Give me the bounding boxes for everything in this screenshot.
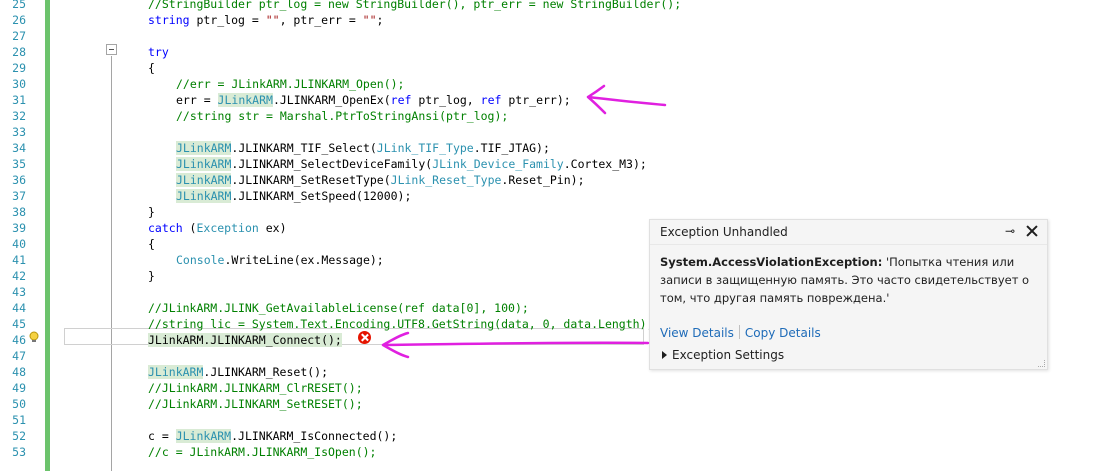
code-line-30[interactable]: //err = JLinkARM.JLINKARM_Open(); bbox=[70, 76, 404, 92]
exception-settings-label: Exception Settings bbox=[672, 348, 785, 362]
code-line-36[interactable]: JLinkARM.JLINKARM_SetResetType(JLink_Res… bbox=[70, 172, 585, 188]
line-number: 32 bbox=[12, 109, 26, 123]
line-number: 44 bbox=[12, 301, 26, 315]
line-number: 35 bbox=[12, 157, 26, 171]
code-line-46[interactable]: JLinkARM.JLINKARM_Connect(); bbox=[70, 332, 342, 348]
code-line-31[interactable]: err = JLinkARM.JLINKARM_OpenEx(ref ptr_l… bbox=[70, 92, 571, 108]
line-number: 28 bbox=[12, 45, 26, 59]
lightbulb-icon[interactable] bbox=[28, 331, 40, 343]
exception-helper-popup: Exception Unhandled ⊸ System.AccessViola… bbox=[649, 219, 1048, 370]
close-icon[interactable] bbox=[1025, 224, 1039, 238]
pin-icon[interactable]: ⊸ bbox=[1005, 224, 1019, 238]
line-number: 38 bbox=[12, 205, 26, 219]
line-number-gutter: 25 26 27 28 29 30 31 32 33 34 35 36 37 3… bbox=[0, 0, 44, 471]
line-number: 46 bbox=[12, 333, 26, 347]
code-line-53[interactable]: //c = JLinkARM.JLINKARM_IsOpen(); bbox=[70, 444, 376, 460]
line-number: 33 bbox=[12, 125, 26, 139]
change-tracking-bar bbox=[45, 0, 50, 471]
line-number: 53 bbox=[12, 445, 26, 459]
code-line-40[interactable]: { bbox=[70, 236, 155, 252]
view-details-link[interactable]: View Details bbox=[660, 326, 734, 340]
code-line-39[interactable]: catch (Exception ex) bbox=[70, 220, 287, 236]
popup-header: Exception Unhandled ⊸ bbox=[650, 220, 1047, 245]
code-line-42[interactable]: } bbox=[70, 268, 155, 284]
code-line-28[interactable]: try bbox=[70, 44, 169, 60]
line-number: 43 bbox=[12, 285, 26, 299]
exception-message: System.AccessViolationException: 'Попытк… bbox=[660, 253, 1040, 307]
exception-settings-expander[interactable]: Exception Settings bbox=[662, 348, 784, 362]
code-line-45[interactable]: //string lic = System.Text.Encoding.UTF8… bbox=[70, 316, 653, 332]
code-line-50[interactable]: //JLinkARM.JLINKARM_SetRESET(); bbox=[70, 396, 363, 412]
outlining-margin bbox=[52, 0, 117, 471]
code-line-52[interactable]: c = JLinkARM.JLINKARM_IsConnected(); bbox=[70, 428, 397, 444]
line-number: 39 bbox=[12, 221, 26, 235]
annotation-arrow-top bbox=[586, 84, 667, 115]
expand-triangle-icon bbox=[662, 351, 667, 359]
link-separator bbox=[738, 325, 740, 339]
line-number: 30 bbox=[12, 77, 26, 91]
code-line-44[interactable]: //JLinkARM.JLINK_GetAvailableLicense(ref… bbox=[70, 300, 529, 316]
copy-details-link[interactable]: Copy Details bbox=[745, 326, 821, 340]
line-number: 36 bbox=[12, 173, 26, 187]
line-number: 42 bbox=[12, 269, 26, 283]
line-number: 40 bbox=[12, 237, 26, 251]
exception-type: System.AccessViolationException: bbox=[660, 255, 883, 269]
code-line-29[interactable]: { bbox=[70, 60, 155, 76]
resize-grip[interactable] bbox=[1038, 360, 1045, 367]
line-number: 37 bbox=[12, 189, 26, 203]
code-line-48[interactable]: JLinkARM.JLINKARM_Reset(); bbox=[70, 364, 328, 380]
line-number: 45 bbox=[12, 317, 26, 331]
line-number: 41 bbox=[12, 253, 26, 267]
line-number: 26 bbox=[12, 13, 26, 27]
line-number: 31 bbox=[12, 93, 26, 107]
line-number: 47 bbox=[12, 349, 26, 363]
line-number: 49 bbox=[12, 381, 26, 395]
code-line-26[interactable]: string ptr_log = "", ptr_err = ""; bbox=[70, 12, 383, 28]
code-line-41[interactable]: Console.WriteLine(ex.Message); bbox=[70, 252, 384, 268]
line-number: 50 bbox=[12, 397, 26, 411]
line-number: 51 bbox=[12, 413, 26, 427]
error-icon[interactable] bbox=[358, 331, 371, 344]
line-number: 25 bbox=[12, 0, 26, 11]
line-number: 34 bbox=[12, 141, 26, 155]
popup-title: Exception Unhandled bbox=[660, 225, 788, 239]
code-line-38[interactable]: } bbox=[70, 204, 155, 220]
popup-links: View Details Copy Details bbox=[660, 325, 821, 340]
code-line-37[interactable]: JLinkARM.JLINKARM_SetSpeed(12000); bbox=[70, 188, 411, 204]
code-line-32[interactable]: //string str = Marshal.PtrToStringAnsi(p… bbox=[70, 108, 508, 124]
code-line-25[interactable]: //StringBuilder ptr_log = new StringBuil… bbox=[70, 0, 681, 12]
line-number: 27 bbox=[12, 29, 26, 43]
line-number: 29 bbox=[12, 61, 26, 75]
line-number: 48 bbox=[12, 365, 26, 379]
code-line-49[interactable]: //JLinkARM.JLINKARM_ClrRESET(); bbox=[70, 380, 363, 396]
line-number: 52 bbox=[12, 429, 26, 443]
code-line-34[interactable]: JLinkARM.JLINKARM_TIF_Select(JLink_TIF_T… bbox=[70, 140, 550, 156]
code-line-35[interactable]: JLinkARM.JLINKARM_SelectDeviceFamily(JLi… bbox=[70, 156, 647, 172]
